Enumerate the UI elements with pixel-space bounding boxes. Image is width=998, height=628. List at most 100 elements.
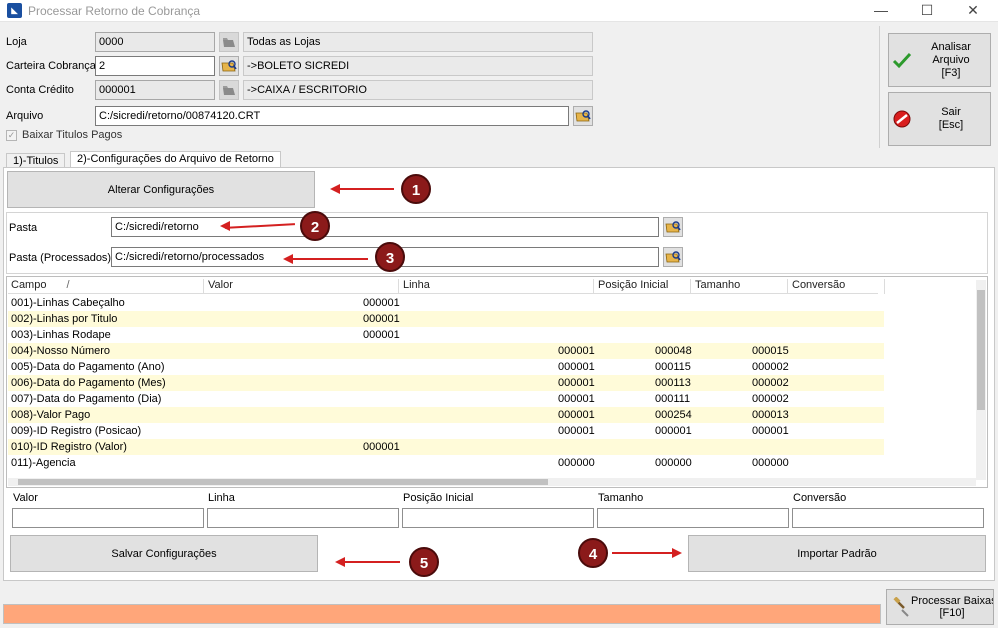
table-row[interactable]: 003)-Linhas Rodape 000001 [8,327,884,343]
col-linha[interactable]: Linha [400,279,594,294]
folder-icon [223,86,235,95]
processar-baixas-button[interactable]: Processar Baixas [F10] [886,589,994,625]
pasta-browse-button[interactable] [663,217,683,237]
analisar-arquivo-button[interactable]: Analisar Arquivo [F3] [888,33,991,87]
conta-lookup-button[interactable] [219,80,239,100]
cell-posicao-inicial: 000115 [655,361,691,373]
cell-posicao-inicial: 000111 [655,393,691,405]
cell-tamanho: 000002 [752,361,789,373]
sair-line1: Sair [941,106,961,118]
carteira-code-field[interactable]: 2 [95,56,215,76]
annotation-badge-5: 5 [409,547,439,577]
cell-campo: 004)-Nosso Número [11,345,111,357]
grid-header: Campo / Valor Linha Posição Inicial Taman… [8,278,885,294]
cell-linha: 000000 [558,457,595,469]
table-row[interactable]: 005)-Data do Pagamento (Ano) 000001 000115… [8,359,884,375]
cell-campo: 011)-Agencia [11,457,76,469]
cell-posicao-inicial: 000001 [655,425,692,437]
processar-line2: [F10] [939,607,965,619]
tab-titulos[interactable]: 1)-Titulos [6,153,66,168]
cell-posicao-inicial: 000048 [655,345,692,357]
annotation-badge-1: 1 [401,174,431,204]
cell-campo: 005)-Data do Pagamento (Ano) [11,361,165,373]
carteira-lookup-button[interactable] [219,56,239,76]
app-icon: ◣ [7,3,22,18]
edit-conversao-field[interactable] [792,508,984,528]
annotation-arrow-3 [288,258,368,260]
sort-indicator: / [66,279,70,291]
conta-name-field: ->CAIXA / ESCRITORIO [243,80,593,100]
annotation-badge-4: 4 [578,538,608,568]
conta-code-field[interactable]: 000001 [95,80,215,100]
loja-lookup-button[interactable] [219,32,239,52]
sair-line2: [Esc] [938,119,964,131]
table-row[interactable]: 009)-ID Registro (Posicao) 000001 000001 00… [8,423,884,439]
cell-valor: 000001 [363,329,400,341]
window-title: Processar Retorno de Cobrança [28,4,201,18]
cell-linha: 000001 [558,361,595,373]
folder-search-icon [665,221,681,233]
folder-search-icon [575,110,591,122]
conta-label: Conta Crédito [6,84,74,96]
baixar-checkbox[interactable]: ✓ [6,130,17,141]
table-row[interactable]: 007)-Data do Pagamento (Dia) 000001 000111… [8,391,884,407]
close-button[interactable]: ✕ [950,0,996,22]
arrow-head-5 [335,557,345,567]
edit-conversao-label: Conversão [793,492,847,504]
table-row[interactable]: 002)-Linhas por Titulo 000001 [8,311,884,327]
arquivo-field[interactable]: C:/sicredi/retorno/00874120.CRT [95,106,569,126]
cell-posicao-inicial: 000000 [655,457,692,469]
table-row[interactable]: 001)-Linhas Cabeçalho 000001 [8,295,884,311]
table-row[interactable]: 008)-Valor Pago 000001 000254 000013 [8,407,884,423]
sair-button[interactable]: Sair [Esc] [888,92,991,146]
progress-bar [3,604,881,624]
minimize-button[interactable]: — [858,0,904,22]
col-valor[interactable]: Valor [205,279,399,294]
carteira-name-field: ->BOLETO SICREDI [243,56,593,76]
folder-icon [223,38,235,47]
annotation-arrow-5 [340,561,400,563]
col-tamanho[interactable]: Tamanho [692,279,788,294]
cell-campo: 003)-Linhas Rodape [11,329,111,341]
cell-campo: 009)-ID Registro (Posicao) [11,425,142,437]
edit-tamanho-field[interactable] [597,508,789,528]
pasta-field[interactable]: C:/sicredi/retorno [111,217,659,237]
arrow-head-3 [283,254,293,264]
edit-posicao-field[interactable] [402,508,594,528]
col-posicao-inicial[interactable]: Posição Inicial [595,279,691,294]
cell-tamanho: 000002 [752,377,789,389]
edit-valor-label: Valor [13,492,38,504]
pasta-processados-browse-button[interactable] [663,247,683,267]
cell-linha: 000001 [558,425,595,437]
alterar-configuracoes-button[interactable]: Alterar Configurações [7,171,315,208]
folder-search-icon [221,60,237,72]
col-conversao[interactable]: Conversão [789,279,885,294]
cell-tamanho: 000013 [752,409,789,421]
table-row[interactable]: 004)-Nosso Número 000001 000048 000015 [8,343,884,359]
baixar-label: Baixar Titulos Pagos [22,129,123,141]
arquivo-browse-button[interactable] [573,106,593,126]
table-row[interactable]: 006)-Data do Pagamento (Mes) 000001 000113… [8,375,884,391]
loja-code-field[interactable]: 0000 [95,32,215,52]
edit-valor-field[interactable] [12,508,204,528]
tab-configuracoes[interactable]: 2)-Configurações do Arquivo de Retorno [70,151,281,168]
cell-tamanho: 000000 [752,457,789,469]
arquivo-label: Arquivo [6,110,44,122]
edit-posicao-label: Posição Inicial [403,492,474,504]
col-campo[interactable]: Campo / [8,279,204,294]
arrow-head-1 [330,184,340,194]
cell-tamanho: 000002 [752,393,789,405]
vertical-scrollbar[interactable] [976,280,986,480]
checkmark-icon [892,52,912,69]
importar-padrao-button[interactable]: Importar Padrão [688,535,986,572]
cell-posicao-inicial: 000254 [655,409,692,421]
cell-linha: 000001 [558,393,595,405]
salvar-configuracoes-button[interactable]: Salvar Configurações [10,535,318,572]
maximize-button[interactable]: ☐ [904,0,950,22]
horizontal-scrollbar[interactable] [8,478,976,486]
edit-linha-field[interactable] [207,508,399,528]
cell-linha: 000001 [558,409,595,421]
table-row[interactable]: 011)-Agencia 000000 000000 000000 [8,455,884,471]
table-row[interactable]: 010)-ID Registro (Valor) 000001 [8,439,884,455]
annotation-arrow-1 [334,188,394,190]
